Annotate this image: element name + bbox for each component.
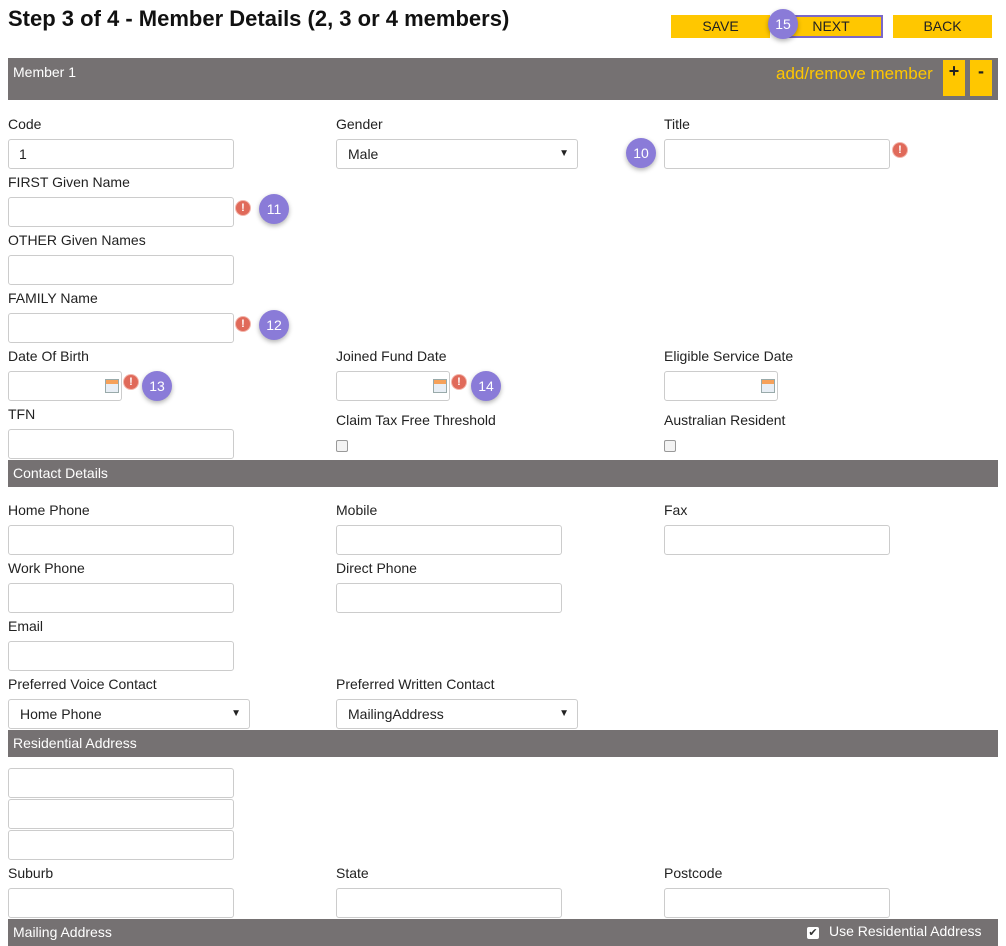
postcode-input[interactable]: [664, 888, 890, 918]
eligible-service-date-label: Eligible Service Date: [664, 348, 794, 364]
contact-details-bar: Contact Details: [8, 460, 998, 487]
add-remove-member-label: add/remove member: [776, 64, 933, 83]
chevron-down-icon: ▼: [231, 708, 241, 719]
chevron-down-icon: ▼: [559, 148, 569, 159]
suburb-input[interactable]: [8, 888, 234, 918]
date-of-birth-label: Date Of Birth: [8, 348, 89, 364]
add-member-button[interactable]: +: [943, 60, 965, 96]
preferred-voice-contact-select[interactable]: Home Phone ▼: [8, 699, 250, 729]
suburb-label: Suburb: [8, 865, 54, 881]
mobile-input[interactable]: [336, 525, 562, 555]
use-residential-address-label: Use Residential Address: [829, 923, 982, 939]
title-label: Title: [664, 116, 690, 132]
address-line-3-input[interactable]: [8, 830, 234, 860]
state-input[interactable]: [336, 888, 562, 918]
tfn-label: TFN: [8, 406, 36, 422]
error-icon: !: [236, 201, 250, 215]
step-badge-15: 15: [768, 9, 798, 39]
step-badge-13: 13: [142, 371, 172, 401]
state-label: State: [336, 865, 369, 881]
australian-resident-label: Australian Resident: [664, 412, 786, 428]
email-input[interactable]: [8, 641, 234, 671]
gender-label: Gender: [336, 116, 383, 132]
preferred-written-contact-select[interactable]: MailingAddress ▼: [336, 699, 578, 729]
code-input[interactable]: [8, 139, 234, 169]
gender-value: Male: [348, 146, 379, 162]
email-label: Email: [8, 618, 44, 634]
step-badge-14: 14: [471, 371, 501, 401]
work-phone-label: Work Phone: [8, 560, 85, 576]
residential-address-bar: Residential Address: [8, 730, 998, 757]
error-icon: !: [893, 143, 907, 157]
other-given-names-input[interactable]: [8, 255, 234, 285]
preferred-written-contact-label: Preferred Written Contact: [336, 676, 495, 692]
first-given-name-input[interactable]: [8, 197, 234, 227]
first-given-name-label: FIRST Given Name: [8, 174, 130, 190]
family-name-label: FAMILY Name: [8, 290, 98, 306]
direct-phone-label: Direct Phone: [336, 560, 417, 576]
home-phone-input[interactable]: [8, 525, 234, 555]
title-input[interactable]: [664, 139, 890, 169]
claim-tax-free-threshold-label: Claim Tax Free Threshold: [336, 412, 496, 428]
fax-label: Fax: [664, 502, 688, 518]
error-icon: !: [124, 375, 138, 389]
work-phone-input[interactable]: [8, 583, 234, 613]
tfn-input[interactable]: [8, 429, 234, 459]
save-button[interactable]: SAVE: [671, 15, 770, 38]
direct-phone-input[interactable]: [336, 583, 562, 613]
home-phone-label: Home Phone: [8, 502, 90, 518]
use-residential-address-checkbox[interactable]: ✔: [807, 927, 819, 939]
address-line-1-input[interactable]: [8, 768, 234, 798]
calendar-icon[interactable]: [105, 379, 119, 393]
mailing-address-label: Mailing Address: [13, 924, 112, 940]
mobile-label: Mobile: [336, 502, 378, 518]
error-icon: !: [236, 317, 250, 331]
preferred-voice-contact-value: Home Phone: [20, 706, 102, 722]
error-icon: !: [452, 375, 466, 389]
preferred-written-contact-value: MailingAddress: [348, 706, 444, 722]
step-badge-10: 10: [626, 138, 656, 168]
step-badge-11: 11: [259, 194, 289, 224]
code-label: Code: [8, 116, 42, 132]
joined-fund-date-label: Joined Fund Date: [336, 348, 447, 364]
preferred-voice-contact-label: Preferred Voice Contact: [8, 676, 157, 692]
claim-tax-free-threshold-checkbox[interactable]: [336, 440, 348, 452]
member-label: Member 1: [13, 64, 77, 80]
gender-select[interactable]: Male ▼: [336, 139, 578, 169]
family-name-input[interactable]: [8, 313, 234, 343]
remove-member-button[interactable]: -: [970, 60, 992, 96]
postcode-label: Postcode: [664, 865, 723, 881]
back-button[interactable]: BACK: [893, 15, 992, 38]
chevron-down-icon: ▼: [559, 708, 569, 719]
calendar-icon[interactable]: [433, 379, 447, 393]
other-given-names-label: OTHER Given Names: [8, 232, 146, 248]
step-badge-12: 12: [259, 310, 289, 340]
page-title: Step 3 of 4 - Member Details (2, 3 or 4 …: [8, 6, 510, 31]
address-line-2-input[interactable]: [8, 799, 234, 829]
calendar-icon[interactable]: [761, 379, 775, 393]
fax-input[interactable]: [664, 525, 890, 555]
australian-resident-checkbox[interactable]: [664, 440, 676, 452]
